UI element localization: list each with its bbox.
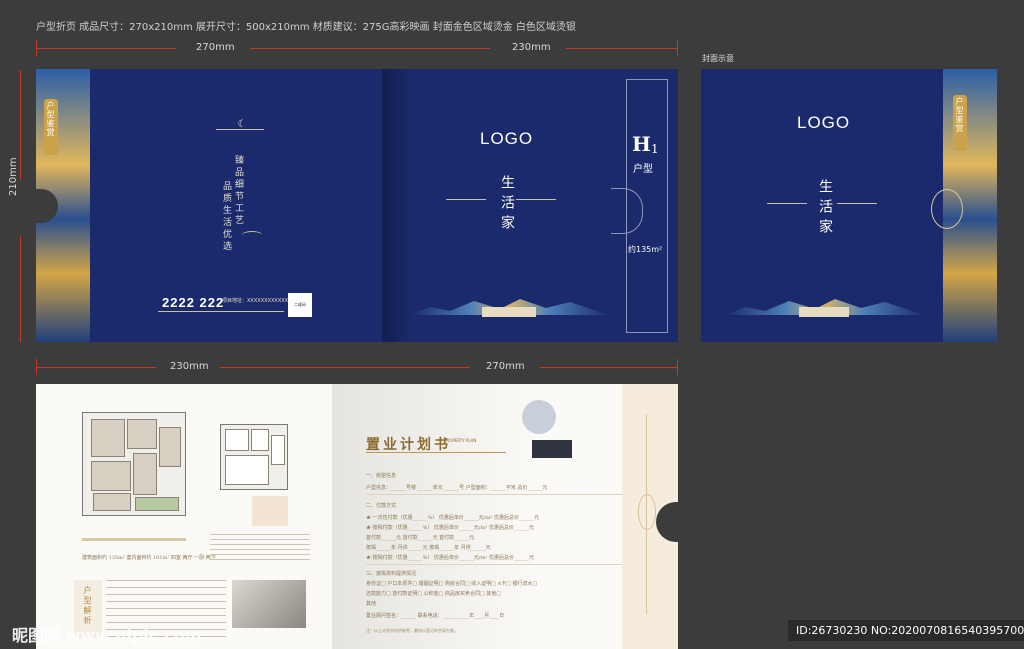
- row-payment-3: 首付款______元 首付款______元 首付款______元: [366, 535, 475, 541]
- dimension-tick: [677, 359, 678, 375]
- inner-right-page: 置业计划书 PROPERTY PLAN 一、房屋信息 户型信息：______号楼…: [332, 384, 678, 649]
- divider: [446, 199, 486, 200]
- unit-number: 1: [651, 142, 659, 156]
- circle-ornament: [611, 188, 643, 234]
- row-documents-1: 身份证□ 户口本原件□ 婚姻证明□ 购房合同□ 收入证明□ A卡□ 银行流水□: [366, 581, 538, 587]
- outer-spread: 户型鉴赏 ☾ 臻品细节工艺 品质生活优选 2222 222 项目地址：XXXXX…: [36, 69, 678, 342]
- divider: [837, 203, 877, 204]
- qr-code: 二维码: [288, 293, 312, 317]
- row-other: 其他: [366, 601, 377, 607]
- row-sign: 置业顾问签名：______ 联系电话：______ ____年____月____…: [366, 613, 505, 619]
- row-payment-2: ★·按揭付款（优惠______%） 优惠后单价______元/m² 优惠后总价_…: [366, 525, 534, 531]
- dimension-label-height: 210mm: [8, 157, 19, 196]
- brand-title: 生活家: [817, 179, 833, 239]
- unit-letter: H: [632, 132, 651, 156]
- section-payment: 二、付款方式: [366, 503, 397, 509]
- footer-note: 注：以上计划书仅供参考，最终以签订的合同为准。: [366, 628, 458, 633]
- house-illustration: [532, 440, 572, 458]
- interior-photo: [232, 580, 306, 628]
- dimension-line: [20, 70, 21, 180]
- circle-ornament: [931, 189, 963, 229]
- spec-line: 户型折页 成品尺寸：270x210mm 展开尺寸：500x210mm 材质建议：…: [36, 22, 576, 33]
- plan-heading-en: PROPERTY PLAN: [444, 438, 477, 443]
- image-id: ID:26730230 NO:20200708165403957000: [788, 620, 1024, 641]
- inner-left-page: 建筑面积约 135m² 套内面积约 101m² 四室·两厅·一厨·两卫 户型解析: [36, 384, 332, 649]
- cloud-ornament: [242, 231, 262, 239]
- dimension-line: [36, 367, 156, 368]
- cover-preview-label: 封面示意: [702, 54, 734, 63]
- qr-label: 二维码: [294, 302, 306, 307]
- row-documents-2: 还款能力□ 首付款证明□ 公积金□ 商品房买卖合同□ 其他□: [366, 591, 501, 597]
- building-silhouette: [482, 307, 536, 317]
- seal-text: 户型鉴赏: [46, 101, 55, 137]
- unit-type-panel: H 1 户型 约135m²: [611, 79, 668, 333]
- divider: [366, 452, 506, 453]
- dimension-line: [20, 236, 21, 342]
- dimension-tick: [36, 359, 37, 375]
- divider: [516, 199, 556, 200]
- brand-title: 生活家: [499, 175, 515, 235]
- dimension-label-top-right: 230mm: [512, 42, 551, 53]
- seal-text: 户型鉴赏: [955, 97, 964, 133]
- dimension-label-mid-right: 270mm: [486, 361, 525, 372]
- legend-table: [210, 534, 310, 564]
- section-house-info: 一、房屋信息: [366, 473, 397, 479]
- slogan-line-2: 品质生活优选: [221, 181, 231, 253]
- dimension-line: [250, 48, 490, 49]
- unit-area: 约135m²: [628, 245, 663, 254]
- row-house-info: 户型信息：______号楼 ______单元 ______号 户型面积：____…: [366, 485, 548, 491]
- row-payment-4: 按揭______年 月供______元 按揭______年 月供______元: [366, 545, 491, 551]
- dimension-line: [566, 48, 678, 49]
- divider: [366, 564, 626, 565]
- floor-plan-small: [220, 424, 288, 490]
- slogan-line-1: 臻品细节工艺: [233, 155, 243, 227]
- plan-heading: 置业计划书: [366, 437, 451, 453]
- dimension-tick: [36, 40, 37, 56]
- floor-plan-large: [82, 412, 186, 516]
- dimension-line: [36, 48, 176, 49]
- seal-stamp: 户型鉴赏: [44, 99, 58, 155]
- divider: [767, 203, 807, 204]
- hotline-number: 2222 222: [162, 295, 225, 310]
- row-payment-5: ★·按揭付款（优惠______%） 优惠后单价______元/m² 优惠后总价_…: [366, 555, 534, 561]
- section-documents: 三、按揭资料提供情况: [366, 571, 417, 577]
- divider: [158, 311, 284, 312]
- watermark: 昵图网 www.nipic.com: [12, 626, 202, 645]
- circle-ornament: [638, 494, 656, 530]
- unit-type-label: 户型: [633, 164, 653, 175]
- seal-stamp: 户型鉴赏: [953, 95, 967, 151]
- dimension-line: [220, 367, 470, 368]
- divider: [366, 494, 626, 495]
- divider: [216, 129, 264, 130]
- divider: [82, 538, 186, 541]
- dimension-label-mid-left: 230mm: [170, 361, 209, 372]
- project-address: 项目地址：XXXXXXXXXXXXXX: [222, 298, 295, 304]
- logo: LOGO: [480, 129, 534, 148]
- dimension-tick: [677, 40, 678, 56]
- logo: LOGO: [797, 113, 851, 132]
- dimension-label-top-left: 270mm: [196, 42, 235, 53]
- dimension-line: [540, 367, 678, 368]
- building-silhouette: [799, 307, 849, 317]
- row-payment-1: ★·一次性付款（优惠______%） 优惠后单价______元/m² 优惠后总价…: [366, 515, 539, 521]
- spine-shadow: [382, 69, 412, 342]
- compass-diagram: [252, 496, 288, 526]
- cover-preview: LOGO 生活家 户型鉴赏: [701, 69, 997, 342]
- area-line: 建筑面积约 135m² 套内面积约 101m² 四室·两厅·一厨·两卫: [82, 555, 216, 561]
- moon-illustration: [522, 400, 556, 434]
